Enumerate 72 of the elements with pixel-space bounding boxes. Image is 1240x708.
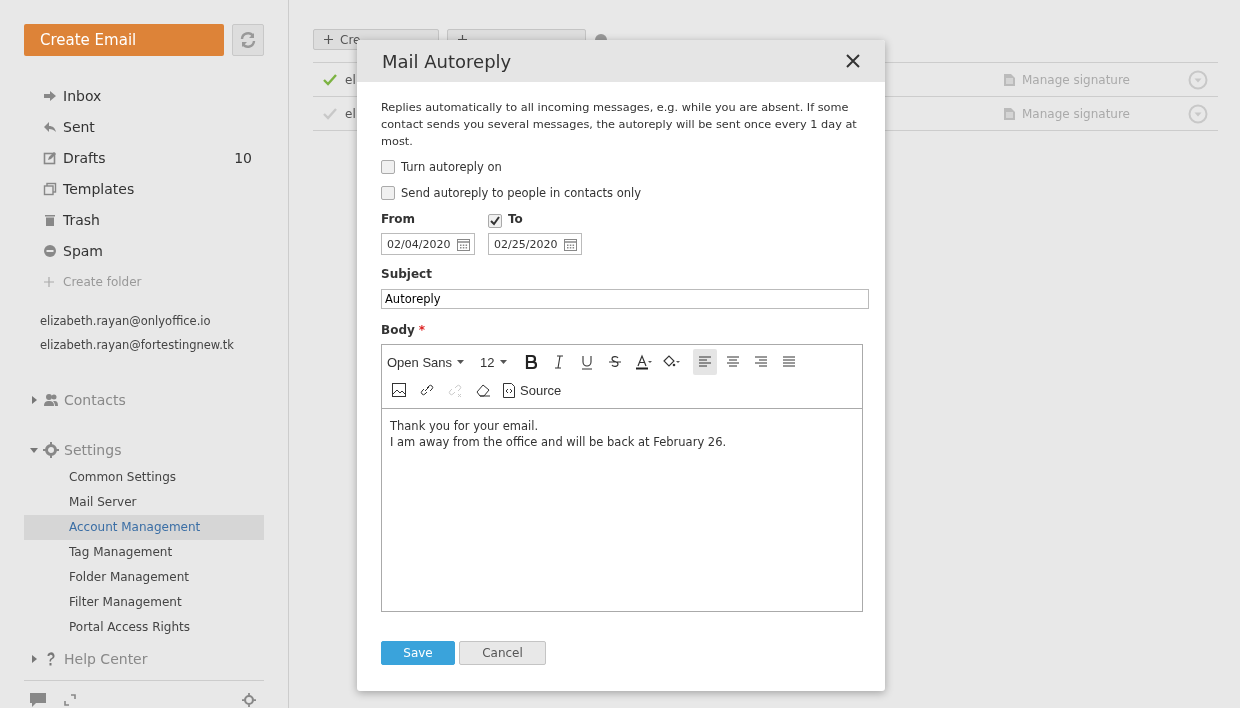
refresh-icon <box>239 31 257 49</box>
chat-icon[interactable] <box>30 693 46 707</box>
arrow-icon <box>43 88 57 103</box>
plus-icon <box>43 275 55 288</box>
subject-label: Subject <box>381 267 433 283</box>
settings-item[interactable]: Filter Management <box>24 590 264 615</box>
document-icon <box>1004 73 1015 86</box>
refresh-button[interactable] <box>232 24 264 56</box>
size-dropdown[interactable]: 12 <box>480 354 507 370</box>
account-link[interactable]: elizabeth.rayan@fortestingnew.tk <box>40 333 264 357</box>
caret-icon <box>499 360 507 364</box>
close-icon[interactable] <box>846 54 860 68</box>
checkmark-icon <box>490 215 500 226</box>
settings-item[interactable]: Common Settings <box>24 465 264 490</box>
from-label: From <box>381 212 417 228</box>
unlink-icon <box>446 382 464 398</box>
expand-icon[interactable] <box>64 694 76 706</box>
settings-item[interactable]: Mail Server <box>24 490 264 515</box>
eraser-icon <box>474 382 492 398</box>
people-icon <box>43 392 59 408</box>
settings-item[interactable]: Account Management <box>24 515 264 540</box>
account-address: el <box>345 72 356 87</box>
font-dropdown[interactable]: Open Sans <box>387 354 465 370</box>
folder-item[interactable]: Sent <box>43 111 264 142</box>
plus-icon <box>324 35 333 44</box>
folder-item[interactable]: Trash <box>43 204 264 235</box>
caret-right-icon <box>30 396 38 404</box>
option-label: Turn autoreply on <box>401 160 502 174</box>
body-editor[interactable]: Thank you for your email. I am away from the office and will be back at February 26. <box>382 409 862 611</box>
folder-item[interactable]: Spam <box>43 235 264 266</box>
trash-icon <box>43 212 57 227</box>
settings-item[interactable]: Tag Management <box>24 540 264 565</box>
account-link[interactable]: elizabeth.rayan@onlyoffice.io <box>40 309 264 333</box>
settings-icon[interactable] <box>242 693 256 707</box>
date-field[interactable]: 02/25/2020 <box>488 233 582 255</box>
caret-down-icon <box>30 446 38 454</box>
subject-field[interactable]: Autoreply <box>381 289 869 309</box>
description-text: Replies automatically to all incoming messages, e.g. while you are absent. If some contact sends you several messages, the autoreply will be sent once every 1 day at most. <box>381 100 858 150</box>
check-icon[interactable] <box>323 107 337 120</box>
link-icon <box>418 382 436 398</box>
caret-right-icon <box>30 655 38 663</box>
dialog-title: Mail Autoreply <box>382 50 512 72</box>
settings-item[interactable]: Portal Access Rights <box>24 615 264 640</box>
folder-item[interactable]: Templates <box>43 173 264 204</box>
code-file-icon <box>503 382 515 398</box>
minus-circle-icon <box>43 243 57 258</box>
caret-icon <box>457 360 465 364</box>
required-mark: * <box>418 323 426 337</box>
calendar-icon <box>457 237 470 251</box>
body-label-text: Body <box>381 323 415 337</box>
image-icon <box>390 382 408 398</box>
settings-item[interactable]: Folder Management <box>24 565 264 590</box>
gear-icon <box>43 442 59 458</box>
cancel-button[interactable]: Cancel <box>459 641 546 665</box>
color-icon <box>633 354 652 370</box>
folder-item[interactable]: Inbox <box>43 80 264 111</box>
document-icon <box>1004 107 1015 120</box>
calendar-icon <box>564 237 577 251</box>
checkbox[interactable] <box>488 213 502 228</box>
account-address: el <box>345 106 356 121</box>
copy-icon <box>43 181 57 196</box>
source-button[interactable]: Source <box>499 377 566 403</box>
check-icon[interactable] <box>323 73 337 86</box>
checkbox[interactable] <box>381 160 395 174</box>
option-label: Send autoreply to people in contacts only <box>401 186 641 200</box>
unread-count: 10 <box>234 149 252 166</box>
align-left-button[interactable] <box>692 349 717 375</box>
checkbox[interactable] <box>381 186 395 200</box>
edit-icon <box>43 150 57 165</box>
folder-item[interactable]: Drafts 10 <box>43 142 264 173</box>
date-field[interactable]: 02/04/2020 <box>381 233 475 255</box>
to-label: To <box>508 212 523 228</box>
